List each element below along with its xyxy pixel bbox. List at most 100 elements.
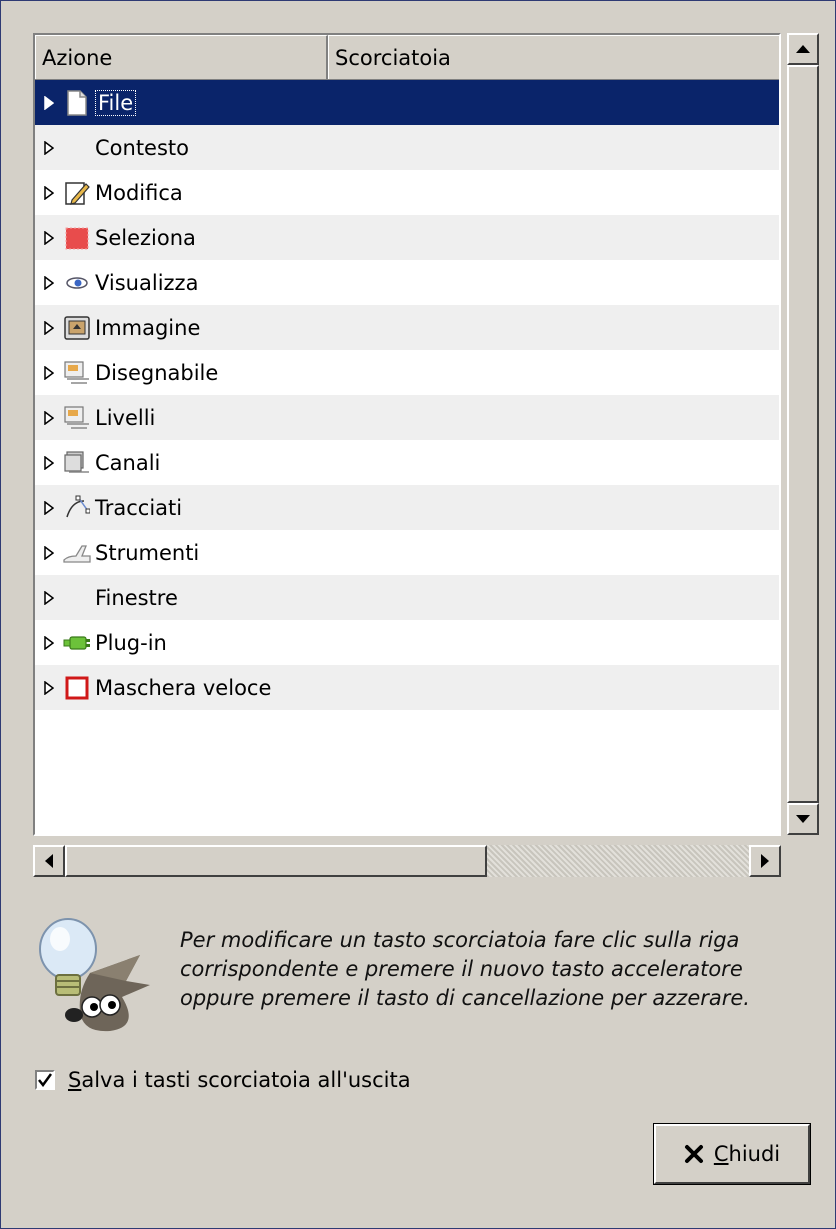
shortcut-hint-text: Per modificare un tasto scorciatoia fare… bbox=[180, 926, 820, 1013]
arrow-left-icon bbox=[44, 854, 53, 868]
scroll-down-button[interactable] bbox=[787, 803, 819, 835]
tree-row-label: Tracciati bbox=[95, 495, 183, 520]
tree-row-label-wrap: Contesto bbox=[95, 136, 189, 160]
plugin-icon bbox=[61, 627, 93, 659]
tree-row[interactable]: File bbox=[35, 80, 779, 125]
expander-arrow-icon[interactable] bbox=[43, 680, 55, 695]
expander-arrow-icon[interactable] bbox=[43, 410, 55, 425]
vertical-scroll-thumb[interactable] bbox=[787, 65, 819, 803]
tree-row[interactable]: Visualizza bbox=[35, 260, 779, 305]
tree-row[interactable]: Strumenti bbox=[35, 530, 779, 575]
tree-row-label: Finestre bbox=[95, 585, 178, 610]
tree-row-label-wrap: Seleziona bbox=[95, 226, 196, 250]
tree-row-label-wrap: Livelli bbox=[95, 406, 155, 430]
mnemonic-char: C bbox=[713, 1142, 729, 1166]
tree-row-label: Seleziona bbox=[95, 225, 196, 250]
expander-arrow-icon[interactable] bbox=[43, 320, 55, 335]
hint-line: oppure premere il tasto di cancellazione… bbox=[180, 986, 750, 1010]
tree-row-label-wrap: Finestre bbox=[95, 586, 178, 610]
checkbox-box[interactable] bbox=[35, 1070, 55, 1090]
close-button-label: Chiudi bbox=[714, 1142, 780, 1166]
gimp-tip-icon bbox=[30, 915, 160, 1035]
tree-row[interactable]: Canali bbox=[35, 440, 779, 485]
close-icon bbox=[684, 1144, 704, 1164]
drawable-icon bbox=[61, 357, 93, 389]
tree-row[interactable]: Modifica bbox=[35, 170, 779, 215]
eye-icon bbox=[61, 267, 93, 299]
tree-row-label: Modifica bbox=[95, 180, 183, 205]
expander-arrow-icon[interactable] bbox=[43, 140, 55, 155]
checkmark-icon bbox=[38, 1073, 52, 1087]
horizontal-scroll-track[interactable] bbox=[487, 845, 749, 877]
expander-arrow-icon[interactable] bbox=[43, 230, 55, 245]
tree-row-label: Immagine bbox=[95, 315, 201, 340]
tree-row-label: Strumenti bbox=[95, 540, 200, 565]
scroll-right-button[interactable] bbox=[749, 845, 781, 877]
tree-rows: File Contesto Modifica Seleziona Visualizza I… bbox=[35, 80, 779, 710]
arrow-right-icon bbox=[760, 854, 769, 868]
layers-icon bbox=[61, 402, 93, 434]
image-icon bbox=[61, 312, 93, 344]
quickmask-icon bbox=[61, 672, 93, 704]
label-text: hiudi bbox=[728, 1142, 781, 1166]
tree-row-label: Contesto bbox=[95, 135, 189, 160]
arrow-up-icon bbox=[796, 44, 810, 53]
horizontal-scroll-thumb[interactable] bbox=[65, 845, 487, 877]
tree-row-label-wrap: Visualizza bbox=[95, 271, 198, 295]
save-shortcuts-checkbox[interactable]: Salva i tasti scorciatoia all'uscita bbox=[35, 1068, 411, 1092]
tree-row-label-wrap: File bbox=[95, 89, 137, 116]
tree-row-label-wrap: Disegnabile bbox=[95, 361, 218, 385]
hint-line: corrispondente e premere il nuovo tasto … bbox=[180, 957, 743, 981]
tree-row[interactable]: Disegnabile bbox=[35, 350, 779, 395]
arrow-down-icon bbox=[796, 814, 810, 823]
tree-row[interactable]: Plug-in bbox=[35, 620, 779, 665]
horizontal-scrollbar[interactable] bbox=[33, 845, 781, 877]
tree-row-label-wrap: Modifica bbox=[95, 181, 183, 205]
edit-icon bbox=[61, 177, 93, 209]
empty-icon-slot bbox=[61, 582, 93, 614]
expander-arrow-icon[interactable] bbox=[43, 500, 55, 515]
tree-row-label-wrap: Immagine bbox=[95, 316, 200, 340]
tree-row[interactable]: Seleziona bbox=[35, 215, 779, 260]
tree-row-label: Disegnabile bbox=[95, 360, 219, 385]
scroll-up-button[interactable] bbox=[787, 33, 819, 65]
tree-row-label: Plug-in bbox=[95, 630, 167, 655]
expander-arrow-icon[interactable] bbox=[43, 275, 55, 290]
tree-row[interactable]: Tracciati bbox=[35, 485, 779, 530]
tree-row-label-wrap: Strumenti bbox=[95, 541, 199, 565]
tree-row[interactable]: Contesto bbox=[35, 125, 779, 170]
tree-row-label-wrap: Maschera veloce bbox=[95, 676, 271, 700]
label-text: alva i tasti scorciatoia all'uscita bbox=[81, 1068, 411, 1092]
tree-row-label: Livelli bbox=[95, 405, 156, 430]
expander-arrow-icon[interactable] bbox=[43, 95, 55, 110]
hint-line: Per modificare un tasto scorciatoia fare… bbox=[180, 928, 740, 952]
tree-row[interactable]: Livelli bbox=[35, 395, 779, 440]
paths-icon bbox=[61, 492, 93, 524]
save-shortcuts-label: Salva i tasti scorciatoia all'uscita bbox=[68, 1068, 411, 1092]
column-header-shortcut[interactable]: Scorciatoia bbox=[328, 35, 779, 79]
file-icon bbox=[61, 87, 93, 119]
tree-row[interactable]: Maschera veloce bbox=[35, 665, 779, 710]
tree-row-label-wrap: Tracciati bbox=[95, 496, 182, 520]
tree-row-label: Maschera veloce bbox=[95, 675, 272, 700]
tree-row-label: Visualizza bbox=[95, 270, 199, 295]
expander-arrow-icon[interactable] bbox=[43, 590, 55, 605]
expander-arrow-icon[interactable] bbox=[43, 635, 55, 650]
empty-icon-slot bbox=[61, 132, 93, 164]
column-header-action[interactable]: Azione bbox=[35, 35, 328, 79]
tree-header: Azione Scorciatoia bbox=[35, 35, 779, 80]
tree-row-label: Canali bbox=[95, 450, 161, 475]
vertical-scrollbar[interactable] bbox=[787, 33, 819, 835]
tree-row[interactable]: Immagine bbox=[35, 305, 779, 350]
mnemonic-char: S bbox=[68, 1068, 82, 1092]
expander-arrow-icon[interactable] bbox=[43, 185, 55, 200]
expander-arrow-icon[interactable] bbox=[43, 545, 55, 560]
scroll-left-button[interactable] bbox=[33, 845, 65, 877]
expander-arrow-icon[interactable] bbox=[43, 365, 55, 380]
shortcut-tree[interactable]: Azione Scorciatoia File Contesto Modifica S… bbox=[33, 33, 781, 836]
expander-arrow-icon[interactable] bbox=[43, 455, 55, 470]
close-button[interactable]: Chiudi bbox=[653, 1123, 811, 1185]
tree-row-label: File bbox=[98, 90, 134, 115]
tree-row[interactable]: Finestre bbox=[35, 575, 779, 620]
selection-icon bbox=[61, 222, 93, 254]
